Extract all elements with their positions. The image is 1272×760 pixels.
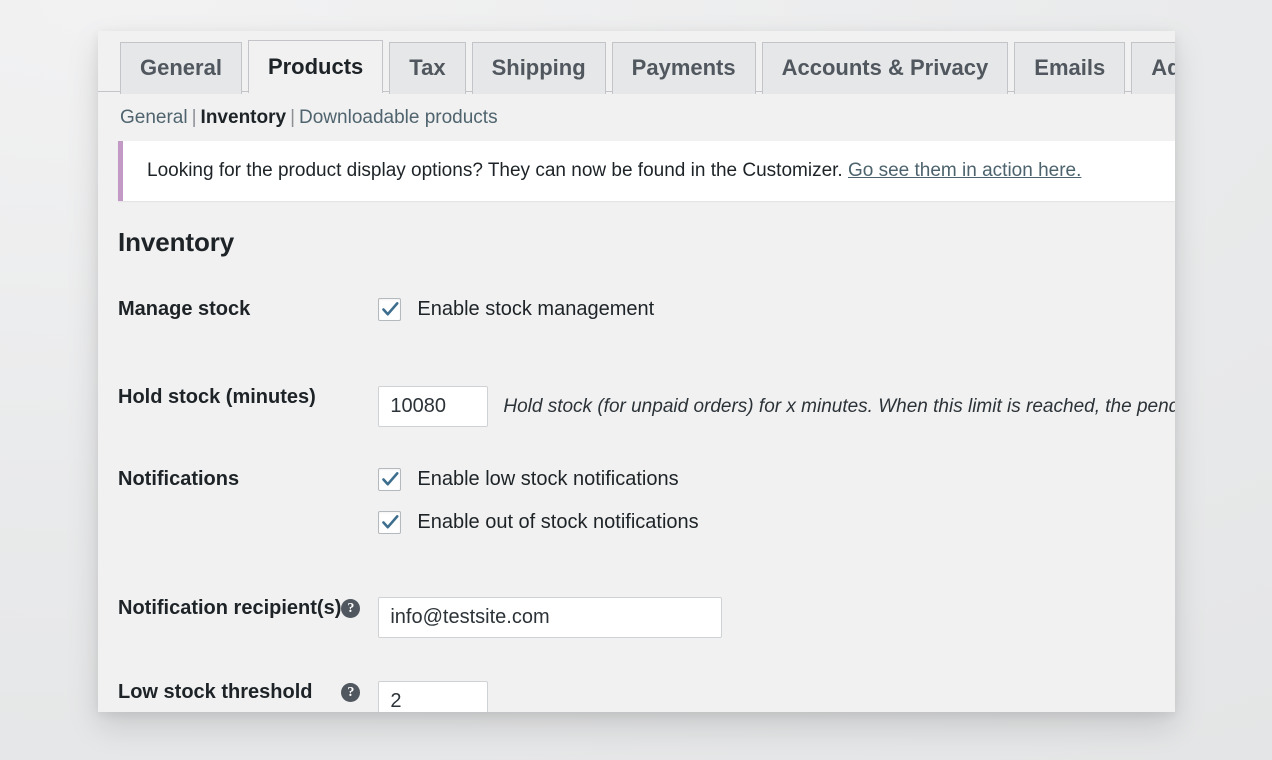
field-notifications: Enable low stock notifications Enable ou…: [378, 460, 1175, 588]
subnav: General|Inventory|Downloadable products: [98, 92, 1175, 141]
help-circle-icon[interactable]: ?: [341, 599, 360, 618]
settings-table: Manage stock Enable stock management: [118, 292, 1175, 712]
field-hold-stock: Hold stock (for unpaid orders) for x min…: [378, 376, 1175, 460]
settings-tab-strip: General Products Tax Shipping Payments A…: [98, 31, 1175, 92]
customizer-notice: Looking for the product display options?…: [118, 141, 1175, 201]
subnav-separator-2: |: [286, 107, 299, 128]
checkbox-label-enable-stock-management[interactable]: Enable stock management: [417, 298, 654, 321]
checkbox-enable-stock-management[interactable]: [378, 298, 401, 321]
hold-stock-description: Hold stock (for unpaid orders) for x min…: [503, 396, 1175, 418]
subnav-item-inventory[interactable]: Inventory: [201, 107, 287, 128]
field-manage-stock: Enable stock management: [378, 292, 1175, 376]
help-circle-icon[interactable]: ?: [341, 683, 360, 702]
label-notification-recipients: Notification recipient(s) ?: [118, 588, 378, 672]
tab-advanced[interactable]: Advanced: [1131, 42, 1175, 94]
tab-shipping[interactable]: Shipping: [472, 42, 606, 94]
checkbox-row-low-stock-notifications[interactable]: Enable low stock notifications: [378, 468, 1175, 491]
row-notification-recipients: Notification recipient(s) ?: [118, 588, 1175, 672]
row-hold-stock: Hold stock (minutes) Hold stock (for unp…: [118, 376, 1175, 460]
row-low-stock-threshold: Low stock threshold ?: [118, 672, 1175, 712]
tab-general[interactable]: General: [120, 42, 242, 94]
checkbox-row-out-of-stock-notifications[interactable]: Enable out of stock notifications: [378, 511, 1175, 534]
label-low-stock-threshold-text: Low stock threshold: [118, 681, 312, 704]
label-hold-stock-text: Hold stock (minutes): [118, 386, 316, 409]
notification-recipients-input[interactable]: [378, 597, 722, 638]
subnav-item-downloadable-products[interactable]: Downloadable products: [299, 107, 498, 128]
check-icon: [381, 513, 400, 532]
label-low-stock-threshold: Low stock threshold ?: [118, 672, 378, 712]
label-notification-recipients-text: Notification recipient(s): [118, 597, 341, 620]
label-manage-stock-text: Manage stock: [118, 298, 250, 321]
subnav-separator-1: |: [188, 107, 201, 128]
tab-emails[interactable]: Emails: [1014, 42, 1125, 94]
row-notifications: Notifications Enable low stock notificat…: [118, 460, 1175, 588]
settings-body: Inventory Manage stock: [98, 201, 1175, 712]
field-notification-recipients: [378, 588, 1175, 672]
tab-payments[interactable]: Payments: [612, 42, 756, 94]
field-low-stock-threshold: [378, 672, 1175, 712]
label-manage-stock: Manage stock: [118, 292, 378, 376]
low-stock-threshold-input[interactable]: [378, 681, 488, 712]
check-icon: [381, 470, 400, 489]
checkbox-label-low-stock-notifications[interactable]: Enable low stock notifications: [417, 468, 678, 491]
settings-panel: General Products Tax Shipping Payments A…: [98, 31, 1175, 712]
checkbox-enable-low-stock-notifications[interactable]: [378, 468, 401, 491]
checkbox-row-enable-stock-management[interactable]: Enable stock management: [378, 298, 1175, 321]
page-title: Inventory: [118, 227, 1175, 258]
row-manage-stock: Manage stock Enable stock management: [118, 292, 1175, 376]
hold-stock-input[interactable]: [378, 386, 488, 427]
checkbox-label-out-of-stock-notifications[interactable]: Enable out of stock notifications: [417, 511, 698, 534]
check-icon: [381, 300, 400, 319]
subnav-item-general[interactable]: General: [120, 107, 188, 128]
notice-text: Looking for the product display options?…: [147, 160, 843, 181]
notice-link[interactable]: Go see them in action here.: [848, 160, 1081, 181]
tab-tax[interactable]: Tax: [389, 42, 465, 94]
label-notifications-text: Notifications: [118, 468, 239, 491]
tab-accounts-privacy[interactable]: Accounts & Privacy: [762, 42, 1009, 94]
tab-products[interactable]: Products: [248, 40, 383, 94]
checkbox-enable-out-of-stock-notifications[interactable]: [378, 511, 401, 534]
label-notifications: Notifications: [118, 460, 378, 588]
label-hold-stock: Hold stock (minutes): [118, 376, 378, 460]
